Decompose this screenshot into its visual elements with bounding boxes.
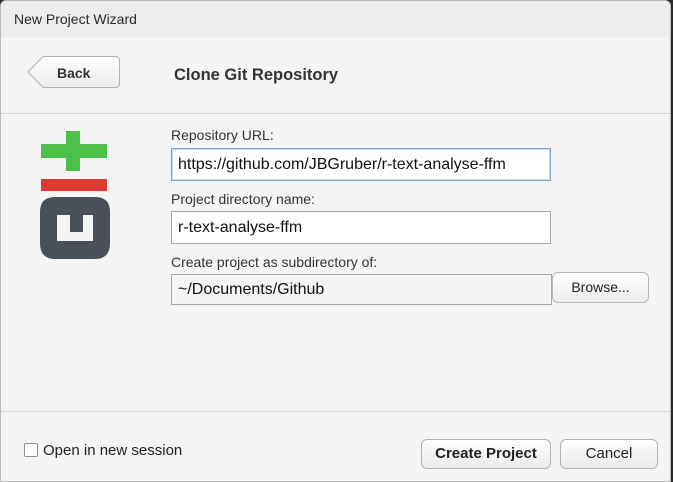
project-dir-input[interactable]	[171, 211, 551, 244]
create-project-button[interactable]: Create Project	[421, 439, 551, 469]
window-title: New Project Wizard	[14, 11, 137, 27]
open-new-session-checkbox[interactable]	[24, 443, 38, 457]
back-button-label: Back	[57, 65, 91, 81]
new-project-dialog: New Project Wizard Back Clone Git Reposi…	[0, 0, 671, 482]
subdir-field[interactable]	[171, 274, 552, 305]
wizard-header: Back Clone Git Repository	[1, 37, 670, 114]
git-logo-icon	[39, 131, 111, 266]
back-button[interactable]: Back	[27, 56, 120, 88]
open-new-session-label[interactable]: Open in new session	[43, 442, 182, 459]
footer-divider	[1, 411, 670, 412]
project-dir-label: Project directory name:	[171, 191, 315, 207]
title-bar[interactable]: New Project Wizard	[1, 1, 670, 38]
repo-url-label: Repository URL:	[171, 127, 274, 143]
cancel-button[interactable]: Cancel	[560, 439, 658, 469]
page-title: Clone Git Repository	[174, 66, 339, 84]
subdir-label: Create project as subdirectory of:	[171, 254, 378, 270]
browse-button[interactable]: Browse...	[552, 272, 649, 303]
repo-url-input[interactable]	[171, 148, 551, 181]
